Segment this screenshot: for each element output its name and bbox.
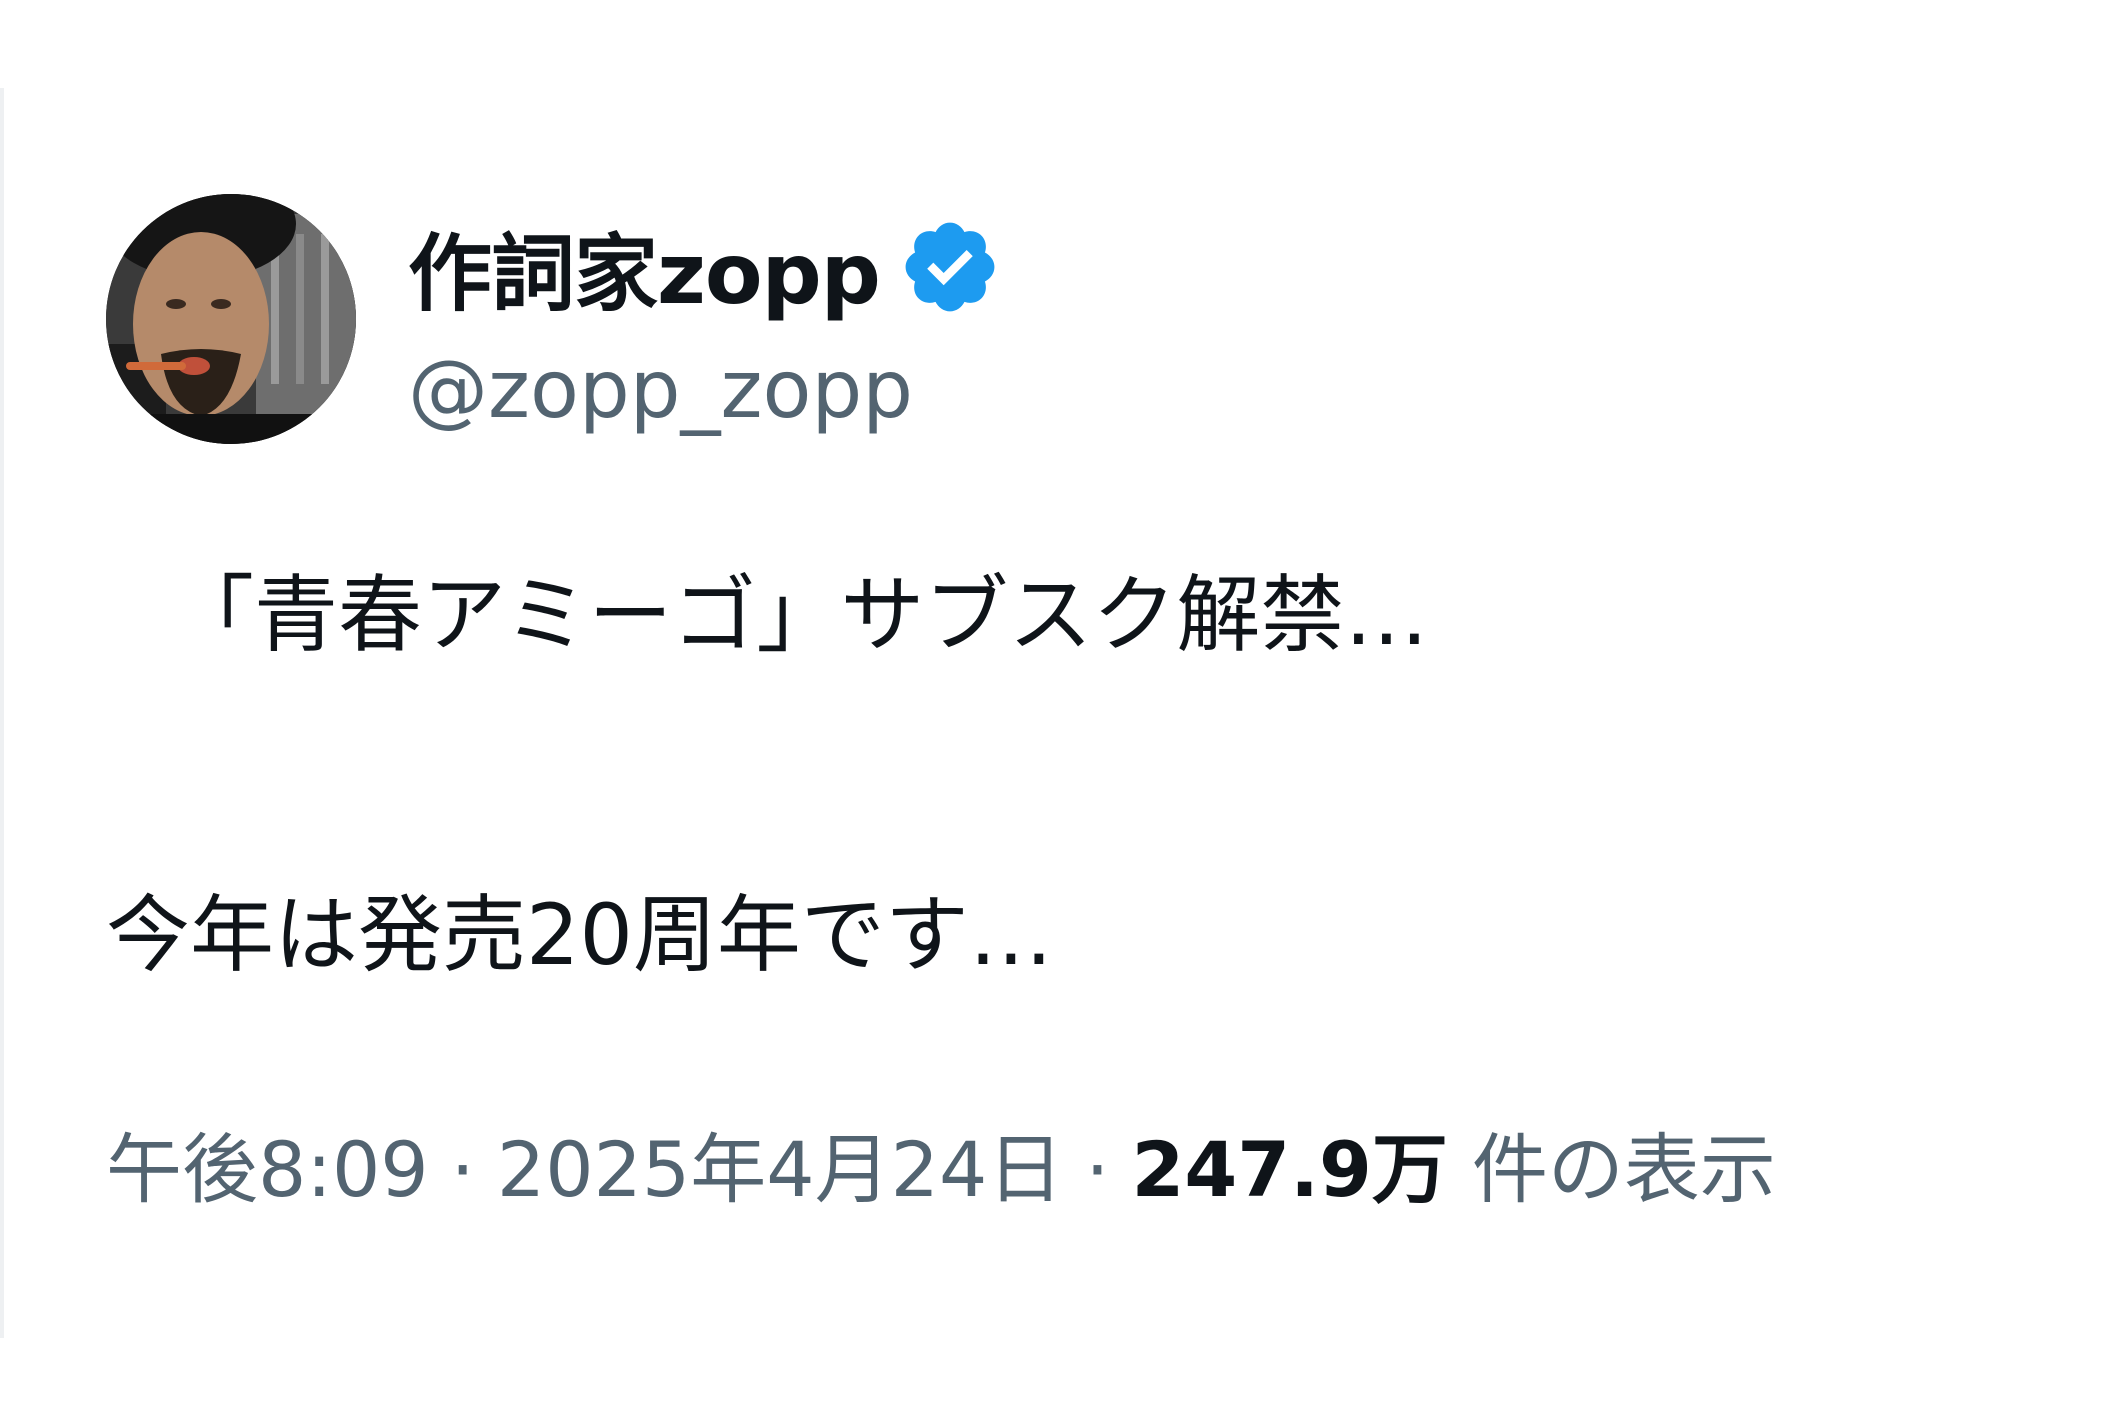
verified-badge-icon (905, 222, 995, 312)
views-count[interactable]: 247.9万 (1132, 1120, 1448, 1220)
tweet-screenshot: 作詞家zopp @zopp_zopp 「青春アミーゴ」サブスク解禁… 今年は発売… (0, 0, 2126, 1418)
card-border (0, 88, 4, 1338)
tweet-meta: 午後8:09 · 2025年4月24日 · 247.9万 件の表示 (106, 1120, 1776, 1220)
tweet-date[interactable]: 2025年4月24日 (497, 1120, 1063, 1220)
profile-photo (106, 194, 356, 444)
meta-separator: · (450, 1125, 475, 1214)
meta-separator: · (1085, 1125, 1110, 1214)
author-handle[interactable]: @zopp_zopp (408, 340, 913, 440)
tweet-text-line-1: 「青春アミーゴ」サブスク解禁… (170, 566, 1429, 664)
author-name-row: 作詞家zopp (408, 212, 1002, 323)
display-name[interactable]: 作詞家zopp (408, 207, 881, 328)
tweet-text-line-2: 今年は発売20周年です… (106, 886, 1053, 984)
views-label: 件の表示 (1471, 1125, 1776, 1214)
tweet-time[interactable]: 午後8:09 (106, 1120, 429, 1220)
avatar[interactable] (106, 194, 356, 444)
